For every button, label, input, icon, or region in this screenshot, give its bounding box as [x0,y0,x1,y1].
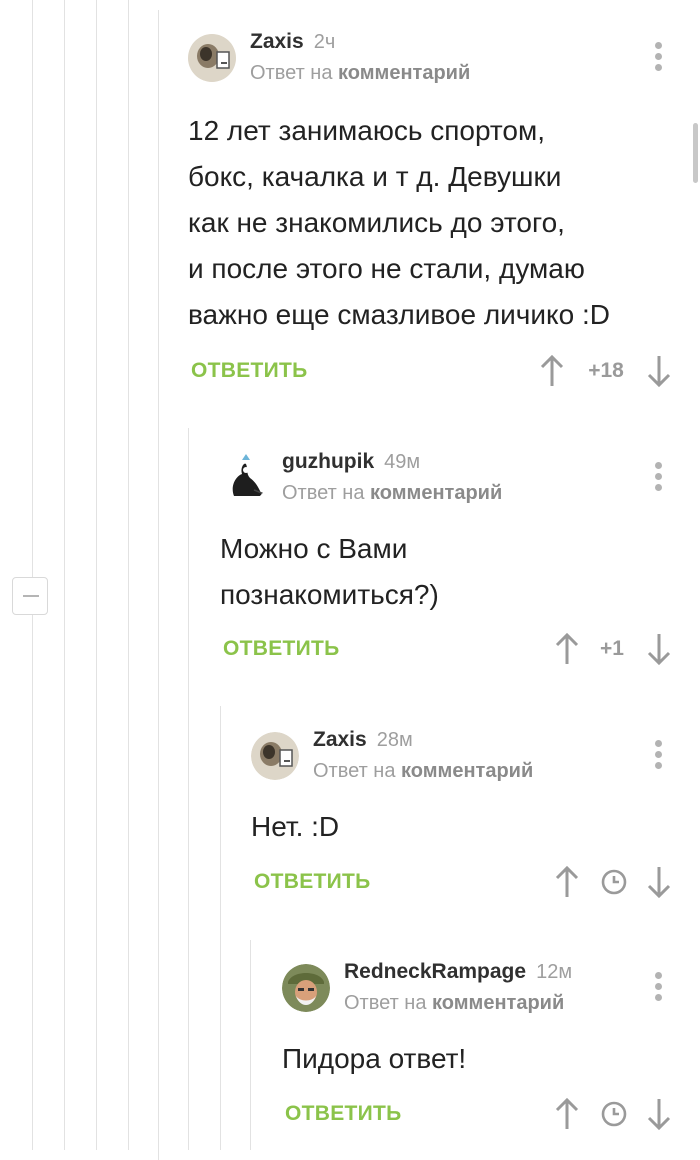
thread-line [32,0,33,1150]
thread-line [64,0,65,1150]
reply-button[interactable]: ОТВЕТИТЬ [191,359,308,383]
thread-line [128,0,129,1150]
reply-button[interactable]: ОТВЕТИТЬ [285,1102,402,1126]
comment-text: Пидора ответ! [282,1043,467,1074]
clock-icon [601,1101,627,1127]
arrow-down-icon[interactable] [645,632,673,666]
thread-branch-line [188,428,189,1150]
reply-reference[interactable]: Ответ на комментарий [250,62,470,85]
reply-reference[interactable]: Ответ на комментарий [313,760,533,783]
more-vertical-icon[interactable] [655,462,663,495]
thread-line [158,10,159,1160]
arrow-up-icon[interactable] [553,632,581,666]
avatar[interactable] [282,964,330,1012]
arrow-down-icon[interactable] [645,354,673,388]
comment: RedneckRampage 12м Ответ на комментарий П… [282,960,700,1142]
avatar[interactable] [188,34,236,82]
comment-text: Нет. :D [251,811,340,842]
comment: Zaxis 2ч Ответ на комментарий 12 лет зани… [188,30,700,392]
username[interactable]: guzhupik 49м [282,450,420,474]
comment: Zaxis 28м Ответ на комментарий Нет. :D ОТ… [251,728,700,910]
arrow-up-icon[interactable] [553,865,581,899]
username[interactable]: Zaxis 2ч [250,30,335,54]
reply-button[interactable]: ОТВЕТИТЬ [254,870,371,894]
arrow-down-icon[interactable] [645,1097,673,1131]
comment-text: 12 лет занимаюсь спортом, бокс, качалка … [188,115,610,330]
reply-reference[interactable]: Ответ на комментарий [344,992,564,1015]
comment-time: 12м [536,961,573,983]
thread-line [96,0,97,1150]
avatar[interactable] [251,732,299,780]
minus-icon [23,595,39,597]
collapse-thread-button[interactable] [12,577,48,615]
username[interactable]: Zaxis 28м [313,728,413,752]
arrow-down-icon[interactable] [645,865,673,899]
comment-text: Можно с Вами познакомиться?) [220,533,439,610]
comment-time: 49м [384,451,421,473]
comment: guzhupik 49м Ответ на комментарий Можно с… [220,450,700,672]
rating-value: +18 [588,359,624,382]
more-vertical-icon[interactable] [655,740,663,773]
reply-reference[interactable]: Ответ на комментарий [282,482,502,505]
reply-button[interactable]: ОТВЕТИТЬ [223,637,340,661]
thread-branch-line [220,706,221,1150]
arrow-up-icon[interactable] [553,1097,581,1131]
username[interactable]: RedneckRampage 12м [344,960,572,984]
scrollbar[interactable] [693,123,698,183]
clock-icon [601,869,627,895]
rating-value: +1 [600,637,624,660]
comment-time: 28м [376,729,413,751]
avatar[interactable] [220,454,268,502]
more-vertical-icon[interactable] [655,42,663,75]
comment-time: 2ч [313,31,336,53]
thread-branch-line [250,940,251,1150]
arrow-up-icon[interactable] [538,354,566,388]
more-vertical-icon[interactable] [655,972,663,1005]
